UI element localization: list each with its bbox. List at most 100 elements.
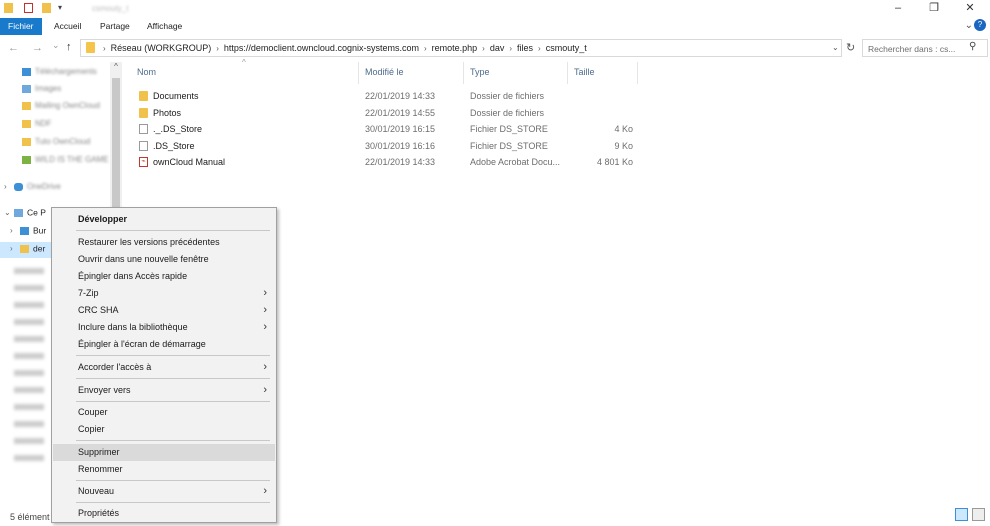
nav-item-downloads[interactable]: Téléchargements <box>22 66 97 82</box>
column-divider[interactable] <box>637 62 638 84</box>
up-button[interactable]: ↑ <box>66 41 72 53</box>
column-header-modified[interactable]: Modifié le <box>365 67 404 77</box>
menu-item-nouveau[interactable]: Nouveau › <box>53 483 275 500</box>
breadcrumb-files[interactable]: files <box>517 43 533 53</box>
properties-quick-icon[interactable] <box>24 3 33 13</box>
column-divider[interactable] <box>358 62 359 84</box>
menu-separator <box>76 401 270 402</box>
menu-item-crc-sha[interactable]: CRC SHA › <box>53 302 275 319</box>
file-icon <box>139 141 148 151</box>
image-folder-icon <box>22 155 31 164</box>
breadcrumb-csmouty[interactable]: csmouty_t <box>546 43 587 53</box>
nav-item-wild[interactable]: WILD IS THE GAME <box>22 154 109 170</box>
quick-access-dropdown-icon[interactable]: ▾ <box>58 3 62 12</box>
menu-item-ouvrir-nouvelle-fenetre[interactable]: Ouvrir dans une nouvelle fenêtre <box>53 251 275 268</box>
submenu-arrow-icon: › <box>263 287 267 299</box>
menu-separator <box>76 502 270 503</box>
menu-item-copier[interactable]: Copier <box>53 421 275 438</box>
nav-item-onedrive[interactable]: › OneDrive <box>4 181 61 197</box>
close-button[interactable]: ✕ <box>961 1 979 15</box>
menu-item-epingler-demarrage[interactable]: Épingler à l'écran de démarrage <box>53 336 275 353</box>
search-icon[interactable]: ⚲ <box>969 41 976 52</box>
title-bar <box>0 0 990 18</box>
breadcrumb-dav[interactable]: dav <box>490 43 505 53</box>
refresh-icon[interactable]: ↻ <box>846 41 855 54</box>
forward-button[interactable]: → <box>32 42 43 54</box>
file-row[interactable]: ._.DS_Store 30/01/2019 16:15 Fichier DS_… <box>137 124 637 140</box>
images-icon <box>22 84 31 93</box>
tab-accueil[interactable]: Accueil <box>47 18 88 35</box>
menu-item-envoyer-vers[interactable]: Envoyer vers › <box>53 382 275 399</box>
chevron-right-icon[interactable]: › <box>4 182 14 191</box>
nav-item-images[interactable]: Images <box>22 83 61 99</box>
menu-item-label: Accorder l'accès à <box>78 362 152 372</box>
folder-icon <box>22 137 31 146</box>
menu-separator <box>76 230 270 231</box>
scroll-up-button[interactable]: ^ <box>110 62 122 76</box>
nav-item-ce-pc[interactable]: ⌄ Ce P <box>4 207 46 223</box>
search-input[interactable]: Rechercher dans : cs... <box>868 44 955 54</box>
tab-affichage[interactable]: Affichage <box>140 18 189 35</box>
details-view-icon[interactable] <box>955 508 968 521</box>
menu-item-inclure-bibliotheque[interactable]: Inclure dans la bibliothèque › <box>53 319 275 336</box>
back-button[interactable]: ← <box>8 42 19 54</box>
chevron-right-icon[interactable]: › <box>10 244 20 253</box>
nav-item-mailing[interactable]: Mailing OwnCloud <box>22 100 100 116</box>
address-dropdown-icon[interactable]: ⌄ <box>832 43 839 52</box>
breadcrumb-host[interactable]: https://democlient.owncloud.cognix-syste… <box>224 43 419 53</box>
nav-item-tuto[interactable]: Tuto OwnCloud <box>22 136 90 152</box>
menu-separator <box>76 440 270 441</box>
menu-item-restaurer-versions[interactable]: Restaurer les versions précédentes <box>53 234 275 251</box>
menu-separator <box>76 378 270 379</box>
nav-tree-blurred-items <box>14 264 50 504</box>
folder-icon <box>86 42 95 53</box>
status-item-count: 5 élément <box>10 512 50 522</box>
chevron-down-icon[interactable]: ⌄ <box>4 208 14 217</box>
breadcrumb-reseau[interactable]: Réseau (WORKGROUP) <box>111 43 212 53</box>
menu-item-epingler-acces-rapide[interactable]: Épingler dans Accès rapide <box>53 268 275 285</box>
file-row[interactable]: ⌁ ownCloud Manual 22/01/2019 14:33 Adobe… <box>137 157 637 173</box>
new-folder-quick-icon[interactable] <box>42 3 51 13</box>
download-icon <box>22 67 31 76</box>
chevron-right-icon[interactable]: › <box>10 226 20 235</box>
submenu-arrow-icon: › <box>263 485 267 497</box>
nav-item-ndf[interactable]: NDF <box>22 118 51 134</box>
menu-item-supprimer[interactable]: Supprimer <box>53 444 275 461</box>
pdf-icon: ⌁ <box>139 157 148 167</box>
file-row[interactable]: Documents 22/01/2019 14:33 Dossier de fi… <box>137 91 637 107</box>
column-divider[interactable] <box>463 62 464 84</box>
menu-item-developper[interactable]: Développer <box>53 211 275 228</box>
large-icons-view-icon[interactable] <box>972 508 985 521</box>
help-icon[interactable]: ? <box>974 19 986 31</box>
menu-item-7zip[interactable]: 7-Zip › <box>53 285 275 302</box>
menu-item-accorder-acces[interactable]: Accorder l'accès à › <box>53 359 275 376</box>
tab-fichier[interactable]: Fichier <box>0 18 42 35</box>
menu-item-couper[interactable]: Couper <box>53 404 275 421</box>
folder-icon <box>22 101 31 110</box>
folder-icon <box>22 119 31 128</box>
column-header-size[interactable]: Taille <box>574 67 595 77</box>
column-header-type[interactable]: Type <box>470 67 490 77</box>
minimize-button[interactable]: – <box>889 1 907 15</box>
context-menu: Développer Restaurer les versions précéd… <box>51 207 277 523</box>
breadcrumb-remote-php[interactable]: remote.php <box>432 43 478 53</box>
file-row[interactable]: Photos 22/01/2019 14:55 Dossier de fichi… <box>137 108 637 124</box>
tab-partage[interactable]: Partage <box>93 18 137 35</box>
restore-button[interactable]: ❐ <box>925 1 943 15</box>
nav-item-democlient[interactable]: › der <box>10 243 45 259</box>
file-row[interactable]: .DS_Store 30/01/2019 16:16 Fichier DS_ST… <box>137 141 637 157</box>
menu-item-label: Nouveau <box>78 486 115 496</box>
menu-item-proprietes[interactable]: Propriétés <box>53 505 275 522</box>
folder-app-icon <box>4 3 13 13</box>
column-divider[interactable] <box>567 62 568 84</box>
nav-item-bureau[interactable]: › Bur <box>10 225 46 241</box>
menu-separator <box>76 480 270 481</box>
computer-icon <box>14 208 23 217</box>
breadcrumb-separator: › <box>423 44 427 53</box>
menu-item-renommer[interactable]: Renommer <box>53 461 275 478</box>
column-header-name[interactable]: Nom <box>137 67 156 77</box>
folder-icon <box>139 91 148 101</box>
chevron-down-icon[interactable]: ⌄ <box>965 20 973 31</box>
sort-indicator-icon: ^ <box>242 58 246 67</box>
recent-locations-button[interactable]: ⌄ <box>52 40 60 51</box>
